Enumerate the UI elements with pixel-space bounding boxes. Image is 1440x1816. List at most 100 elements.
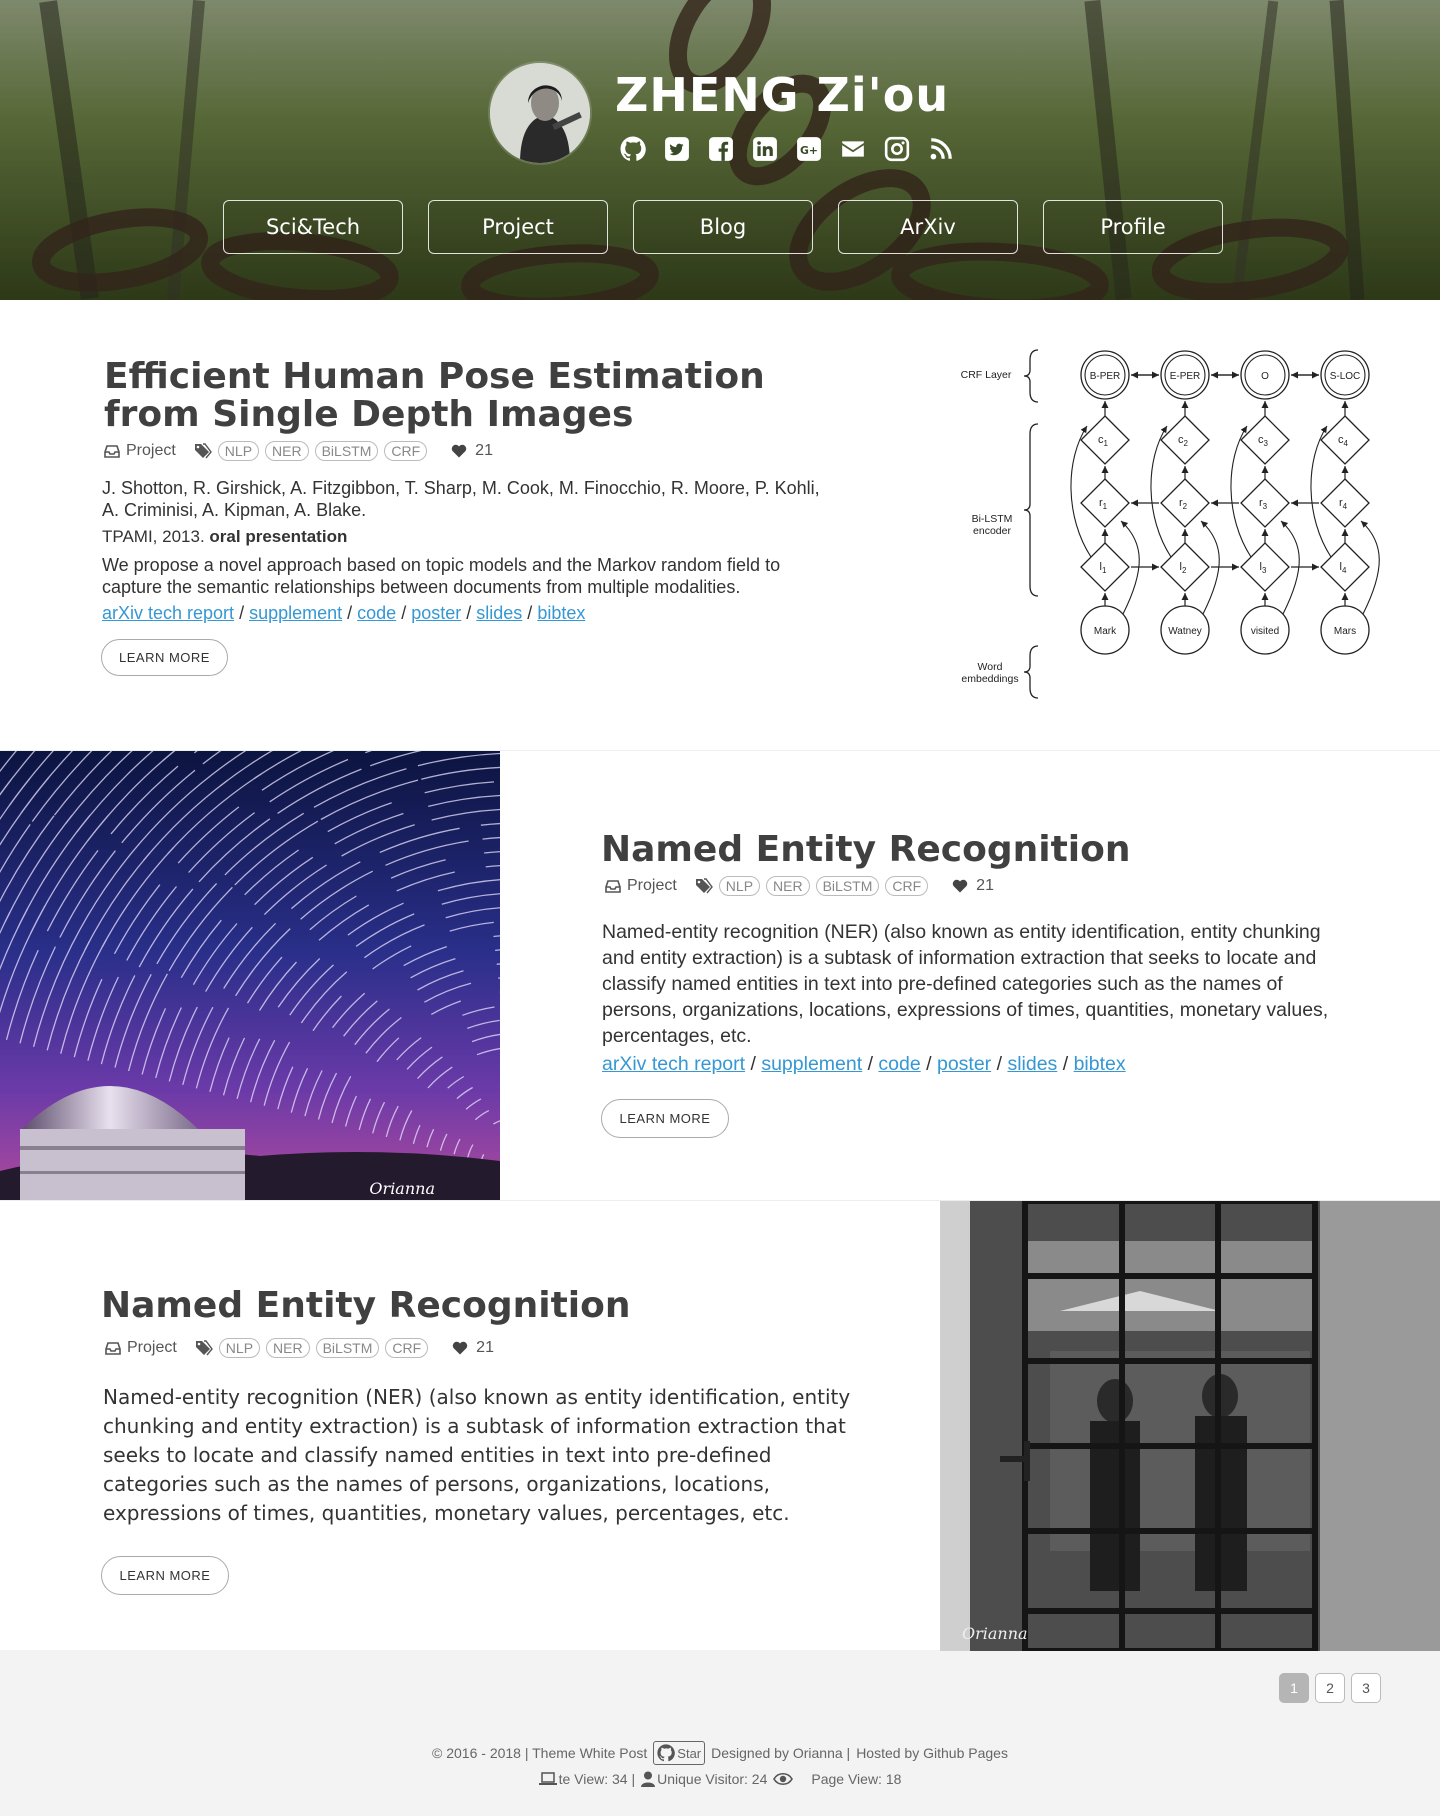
crf-label: O <box>1261 371 1269 382</box>
tag-bilstm[interactable]: BiLSTM <box>815 876 880 896</box>
learn-more-button[interactable]: LEARN MORE <box>101 639 228 676</box>
hosted-by[interactable]: Hosted by Github Pages <box>856 1745 1008 1761</box>
word-label: Mark <box>1094 626 1117 637</box>
linkedin-icon[interactable] <box>751 135 779 163</box>
post-abstract: We propose a novel approach based on top… <box>102 555 781 597</box>
post-title[interactable]: Named Entity Recognition <box>601 831 1131 869</box>
tags-icon <box>695 878 713 894</box>
github-icon[interactable] <box>619 135 647 163</box>
tag-ner[interactable]: NER <box>265 441 309 461</box>
link-bibtex[interactable]: bibtex <box>537 603 585 623</box>
page-2[interactable]: 2 <box>1315 1673 1345 1703</box>
inbox-icon <box>105 1342 121 1355</box>
venue-text: TPAMI, 2013. <box>102 527 205 546</box>
post-category[interactable]: Project <box>127 1339 177 1357</box>
tag-nlp[interactable]: NLP <box>218 1338 261 1358</box>
rss-icon[interactable] <box>927 135 955 163</box>
diagram-label-encoder: encoder <box>973 525 1011 537</box>
word-label: Watney <box>1168 626 1202 637</box>
link-slides[interactable]: slides <box>1007 1053 1057 1075</box>
link-bibtex[interactable]: bibtex <box>1074 1053 1126 1075</box>
diagram-label-embeddings: embeddings <box>961 673 1018 685</box>
tag-nlp[interactable]: NLP <box>217 441 260 461</box>
github-star-button[interactable]: Star <box>653 1741 706 1765</box>
social-links: G+ <box>619 135 955 163</box>
facebook-icon[interactable] <box>707 135 735 163</box>
diagram-label-word: Word <box>978 661 1003 673</box>
link-poster[interactable]: poster <box>937 1053 991 1075</box>
main-nav: Sci&Tech Project Blog ArXiv Profile <box>223 200 1223 254</box>
likes-count: 21 <box>976 877 994 894</box>
tag-crf[interactable]: CRF <box>885 876 929 896</box>
tag-bilstm[interactable]: BiLSTM <box>314 441 379 461</box>
page-view: Page View: 18 <box>811 1771 902 1787</box>
link-supplement[interactable]: supplement <box>761 1053 862 1075</box>
avatar[interactable] <box>490 63 590 163</box>
likes-count: 21 <box>475 442 493 459</box>
header-hero: ZHENG Zi'ou G+ Sci&Tech Project Blog ArX… <box>0 0 1440 300</box>
pagination: 1 2 3 <box>1279 1673 1381 1703</box>
instagram-icon[interactable] <box>883 135 911 163</box>
google-plus-icon[interactable]: G+ <box>795 135 823 163</box>
learn-more-button[interactable]: LEARN MORE <box>601 1099 729 1138</box>
crf-label: S-LOC <box>1330 371 1361 382</box>
nav-blog[interactable]: Blog <box>633 200 813 254</box>
site-view: te View: 34 | <box>558 1771 636 1787</box>
link-poster[interactable]: poster <box>411 603 461 623</box>
photo-signature: Orianna <box>962 1624 1028 1643</box>
inbox-icon <box>104 445 120 458</box>
tag-ner[interactable]: NER <box>766 876 810 896</box>
nav-project[interactable]: Project <box>428 200 608 254</box>
nav-scitech[interactable]: Sci&Tech <box>223 200 403 254</box>
nav-profile[interactable]: Profile <box>1043 200 1223 254</box>
twitter-icon[interactable] <box>663 135 691 163</box>
eye-icon <box>773 1772 794 1786</box>
tag-crf[interactable]: CRF <box>385 1338 429 1358</box>
tag-ner[interactable]: NER <box>266 1338 310 1358</box>
tags-icon <box>195 1340 213 1356</box>
post-category[interactable]: Project <box>126 442 176 460</box>
link-code[interactable]: code <box>878 1053 920 1075</box>
photo-signature: Orianna <box>369 1179 435 1198</box>
observatory-star-trails-photo[interactable]: Orianna <box>0 751 500 1201</box>
page-1[interactable]: 1 <box>1279 1673 1309 1703</box>
post-card-2: Orianna Named Entity Recognition Project… <box>0 750 1440 1201</box>
star-label: Star <box>677 1745 702 1761</box>
bilstm-crf-diagram: CRF Layer Bi-LSTM encoder Word embedding… <box>961 349 1380 699</box>
link-arxiv-report[interactable]: arXiv tech report <box>602 1053 745 1075</box>
nav-arxiv[interactable]: ArXiv <box>838 200 1018 254</box>
heart-icon[interactable] <box>952 879 968 893</box>
learn-more-button[interactable]: LEARN MORE <box>101 1556 229 1595</box>
post-title[interactable]: Efficient Human Pose Estimation from Sin… <box>104 358 844 434</box>
diagram-label-crf: CRF Layer <box>961 369 1012 381</box>
tag-crf[interactable]: CRF <box>384 441 428 461</box>
post-card-1: Efficient Human Pose Estimation from Sin… <box>0 300 1440 750</box>
unique-visitor: Unique Visitor: 24 <box>657 1771 768 1787</box>
post-title[interactable]: Named Entity Recognition <box>101 1287 631 1325</box>
tag-nlp[interactable]: NLP <box>718 876 761 896</box>
window-reflection-photo[interactable]: Orianna <box>940 1201 1440 1651</box>
laptop-icon <box>538 1772 557 1785</box>
email-icon[interactable] <box>839 135 867 163</box>
post-authors: J. Shotton, R. Girshick, A. Fitzgibbon, … <box>102 478 820 520</box>
tag-bilstm[interactable]: BiLSTM <box>315 1338 380 1358</box>
heart-icon[interactable] <box>452 1341 468 1355</box>
link-supplement[interactable]: supplement <box>249 603 342 623</box>
tags-icon <box>194 443 212 459</box>
word-label: visited <box>1251 626 1279 637</box>
diagram-label-bilstm: Bi-LSTM <box>972 513 1013 525</box>
link-arxiv-report[interactable]: arXiv tech report <box>102 603 234 623</box>
site-title[interactable]: ZHENG Zi'ou <box>615 68 949 122</box>
link-slides[interactable]: slides <box>476 603 522 623</box>
heart-icon[interactable] <box>451 444 467 458</box>
post-links: arXiv tech report / supplement / code / … <box>102 603 586 623</box>
post-category[interactable]: Project <box>627 877 677 895</box>
link-code[interactable]: code <box>357 603 396 623</box>
venue-note: oral presentation <box>209 527 348 546</box>
inbox-icon <box>605 880 621 893</box>
designed-by[interactable]: Designed by Orianna | <box>711 1745 850 1761</box>
post-card-3: Named Entity Recognition Project NLP NER… <box>0 1200 1440 1651</box>
avatar-photo <box>490 63 590 163</box>
page-3[interactable]: 3 <box>1351 1673 1381 1703</box>
post-meta: Project NLP NER BiLSTM CRF 21 <box>104 441 493 461</box>
